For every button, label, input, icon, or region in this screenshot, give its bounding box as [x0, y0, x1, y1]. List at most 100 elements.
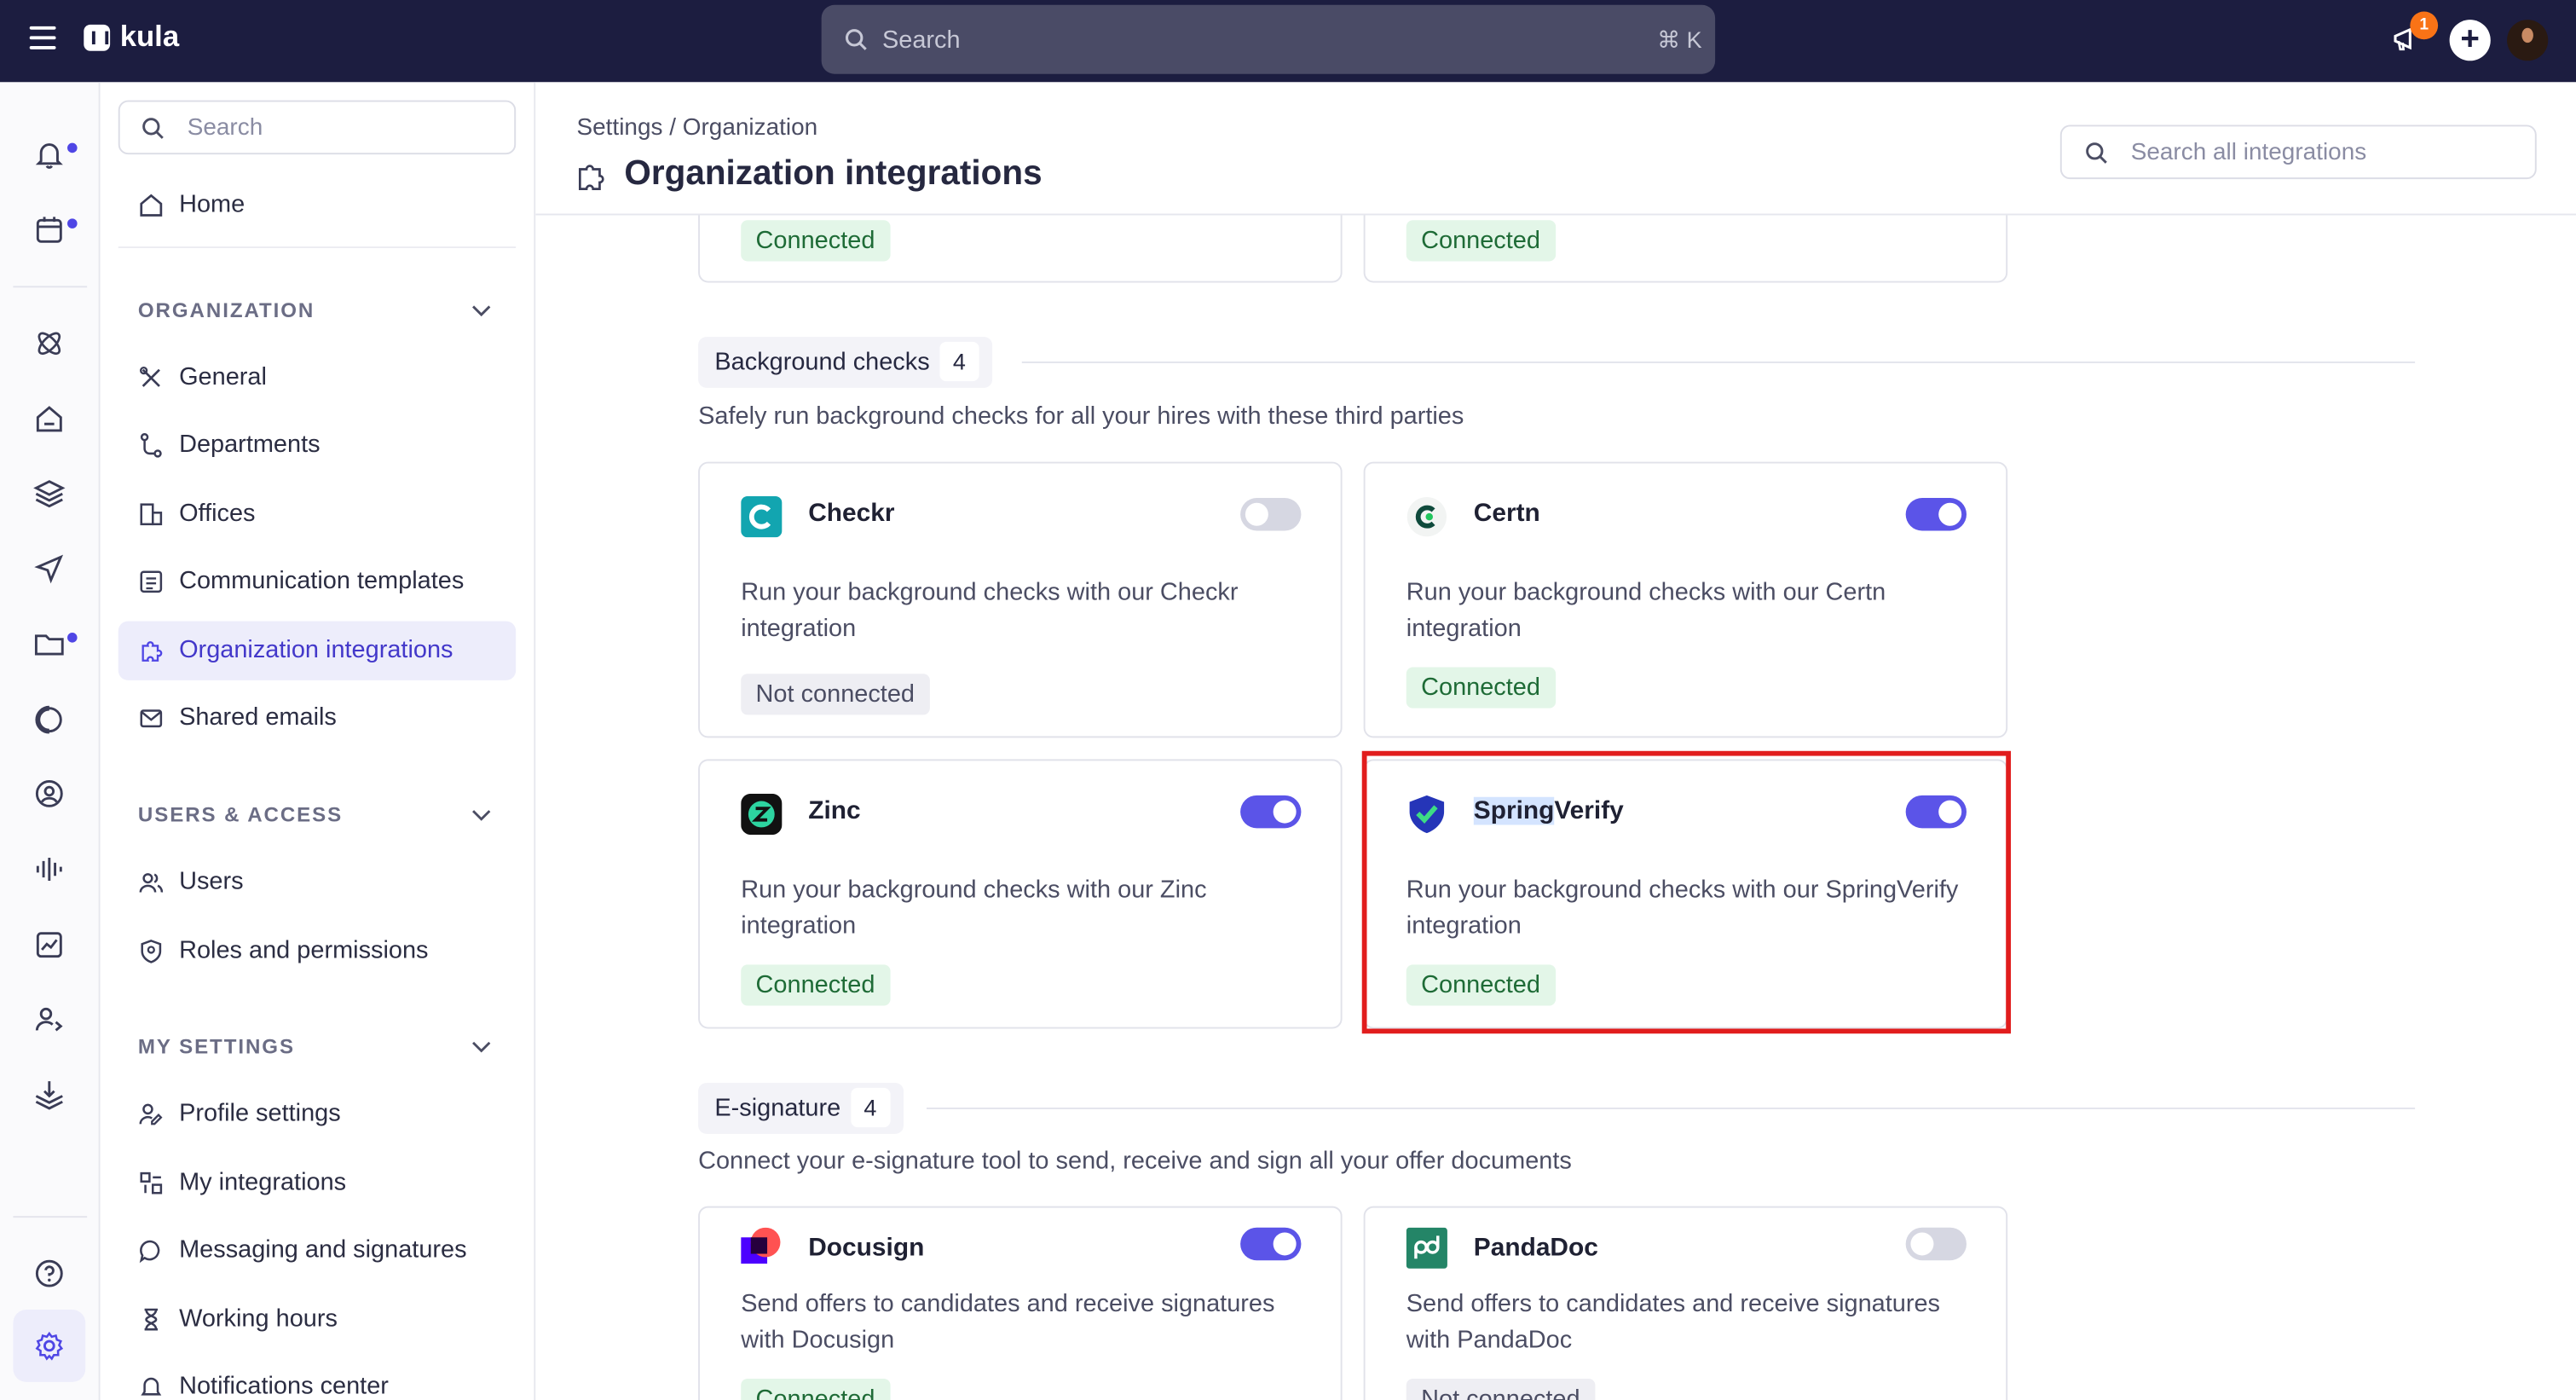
- sidebar-item-offices[interactable]: Offices: [118, 485, 516, 544]
- rail-divider: [13, 286, 88, 288]
- atom-icon[interactable]: [33, 327, 66, 361]
- sidebar-search-input[interactable]: Search: [118, 100, 517, 155]
- toggle-knob: [1910, 1232, 1934, 1256]
- integration-description: Send offers to candidates and receive si…: [1406, 1289, 1941, 1355]
- audio-wave-icon[interactable]: [33, 853, 66, 886]
- building-icon: [140, 503, 163, 526]
- toggle-knob: [1273, 1232, 1297, 1256]
- sidebar-item-home[interactable]: Home: [118, 176, 516, 234]
- bell-unread-dot: [67, 142, 78, 153]
- half-circle-icon[interactable]: [33, 703, 66, 737]
- toggle-knob: [1938, 502, 1962, 526]
- integration-card-checkr[interactable]: Checkr Run your background checks with o…: [698, 461, 1343, 738]
- folder-icon[interactable]: [33, 628, 66, 661]
- chevron-down-icon[interactable]: [471, 808, 491, 821]
- sidebar-item-working-hours[interactable]: Working hours: [118, 1290, 516, 1349]
- sidebar-item-communication-templates[interactable]: Communication templates: [118, 552, 516, 611]
- sidebar-item-my-integrations[interactable]: My integrations: [118, 1154, 516, 1212]
- integration-toggle[interactable]: [1240, 1227, 1302, 1261]
- section-count: 4: [850, 1087, 891, 1128]
- page-title: Organization integrations: [624, 154, 1043, 193]
- integration-card-certn[interactable]: Certn Run your background checks with ou…: [1363, 461, 2008, 738]
- integration-name: Checkr: [808, 499, 895, 528]
- sidebar-item-label: Messaging and signatures: [179, 1235, 467, 1264]
- icon-rail: [0, 82, 101, 1400]
- integration-name: Certn: [1473, 499, 1540, 528]
- sidebar-item-label: Working hours: [179, 1305, 338, 1333]
- user-circle-icon[interactable]: [33, 778, 66, 811]
- integration-card-zinc[interactable]: Zinc Run your background checks with our…: [698, 759, 1343, 1029]
- sidebar-item-organization-integrations[interactable]: Organization integrations: [118, 621, 517, 680]
- calendar-unread-dot: [67, 218, 78, 229]
- group-heading-organization: ORGANIZATION: [137, 298, 315, 322]
- hourglass-icon: [144, 1308, 159, 1331]
- stack-download-icon[interactable]: [33, 1078, 66, 1111]
- status-badge: Connected: [741, 220, 890, 262]
- analytics-icon[interactable]: [33, 929, 66, 962]
- integration-description: Run your background checks with our Zinc…: [741, 876, 1207, 940]
- sidebar-item-users[interactable]: Users: [118, 853, 516, 911]
- sidebar-item-departments[interactable]: Departments: [118, 416, 516, 475]
- app-window: kula Search ⌘ K 1 + Search Home ORGANIZA…: [0, 0, 2576, 1400]
- sidebar-item-profile-settings[interactable]: Profile settings: [118, 1085, 516, 1143]
- status-badge: Not connected: [1406, 1379, 1595, 1400]
- integration-card-pandadoc[interactable]: PandaDoc Send offers to candidates and r…: [1363, 1206, 2008, 1400]
- menu-icon[interactable]: [29, 26, 56, 49]
- home-icon[interactable]: [33, 402, 66, 436]
- sidebar-item-label: Shared emails: [179, 703, 337, 732]
- integrations-icon: [140, 1171, 163, 1195]
- section-description: Safely run background checks for all you…: [698, 402, 1464, 431]
- integration-toggle[interactable]: [1905, 497, 1967, 531]
- status-badge: Connected: [1406, 220, 1556, 262]
- section-count: 4: [939, 341, 979, 382]
- send-icon[interactable]: [33, 552, 66, 586]
- sidebar-item-roles-and-permissions[interactable]: Roles and permissions: [118, 922, 516, 981]
- integration-name: PandaDoc: [1473, 1234, 1598, 1263]
- section-description: Connect your e-signature tool to send, r…: [698, 1147, 1572, 1176]
- branch-icon: [140, 432, 162, 458]
- integration-name: Zinc: [808, 796, 861, 825]
- highlight-box: [1361, 750, 2012, 1034]
- rail-divider: [13, 1216, 88, 1218]
- sidebar-item-messaging-and-signatures[interactable]: Messaging and signatures: [118, 1221, 516, 1280]
- section-title: Background checks: [714, 348, 930, 377]
- integration-toggle[interactable]: [1905, 1227, 1967, 1261]
- avatar[interactable]: [2507, 20, 2549, 61]
- integration-description: Run your background checks with our Cert…: [1406, 578, 1886, 643]
- folder-unread-dot: [67, 633, 78, 643]
- section-heading-e-signature: E-signature 4: [698, 1083, 904, 1134]
- user-edit-icon: [139, 1103, 163, 1125]
- create-button[interactable]: +: [2449, 20, 2491, 61]
- sidebar-item-notifications-center[interactable]: Notifications center: [118, 1357, 516, 1400]
- calendar-icon[interactable]: [33, 214, 66, 247]
- help-icon[interactable]: [33, 1257, 66, 1290]
- template-icon: [140, 570, 163, 593]
- layers-icon[interactable]: [33, 477, 66, 510]
- docusign-logo: [741, 1227, 781, 1264]
- section-divider: [926, 1108, 2416, 1109]
- integration-toggle[interactable]: [1240, 497, 1302, 531]
- global-search-placeholder: Search: [881, 26, 961, 55]
- main-content: Settings / Organization Organization int…: [535, 82, 2576, 1400]
- mail-icon: [140, 709, 163, 728]
- integration-card-docusign[interactable]: Docusign Send offers to candidates and r…: [698, 1206, 1343, 1400]
- search-icon: [2086, 142, 2107, 164]
- sidebar-item-label: Communication templates: [179, 566, 465, 595]
- checkr-logo: [741, 496, 783, 538]
- integration-description: Send offers to candidates and receive si…: [741, 1289, 1275, 1355]
- settings-sidebar: Search Home ORGANIZATION General Departm…: [100, 82, 536, 1400]
- gear-icon[interactable]: [33, 1329, 66, 1362]
- sidebar-item-general[interactable]: General: [118, 349, 516, 408]
- chevron-down-icon[interactable]: [471, 304, 491, 317]
- integration-toggle[interactable]: [1240, 795, 1302, 829]
- global-search-input[interactable]: Search ⌘ K: [821, 4, 1716, 74]
- page-header: Settings / Organization Organization int…: [535, 82, 2576, 216]
- top-bar: kula Search ⌘ K 1 +: [0, 0, 2576, 83]
- zinc-logo: [741, 793, 783, 836]
- chevron-down-icon[interactable]: [471, 1040, 491, 1053]
- integrations-search-input[interactable]: Search all integrations: [2059, 124, 2537, 180]
- sidebar-item-shared-emails[interactable]: Shared emails: [118, 689, 516, 748]
- bell-icon[interactable]: [33, 138, 66, 171]
- users-arrow-icon[interactable]: [33, 1003, 66, 1036]
- breadcrumb[interactable]: Settings / Organization: [576, 115, 817, 142]
